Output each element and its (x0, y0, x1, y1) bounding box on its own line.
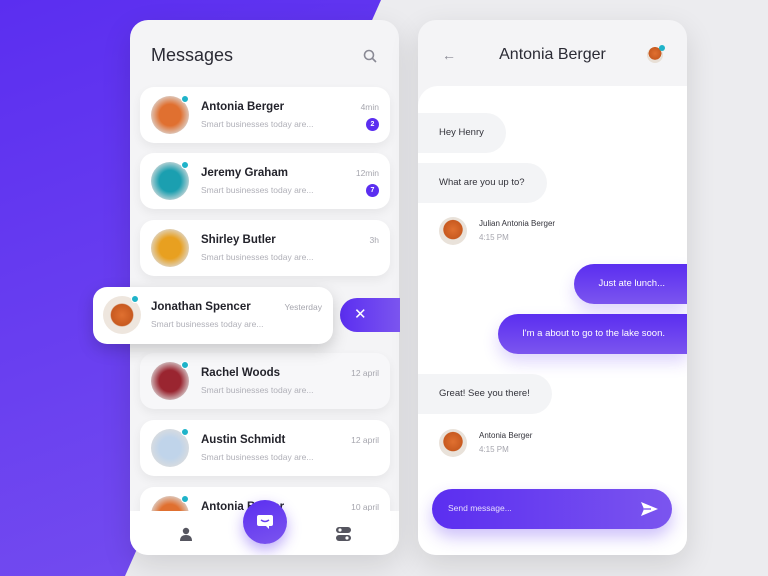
close-icon: ✕ (354, 306, 367, 323)
message-input-placeholder: Send message... (448, 503, 512, 513)
timestamp: 12min (355, 168, 379, 178)
message-preview: Smart businesses today are... (201, 185, 314, 195)
sender-name: Julian Antonia Berger (479, 219, 556, 228)
chat-screen: ← Antonia Berger Hey Henry What are you … (418, 20, 687, 555)
timestamp: 12 april (351, 435, 379, 445)
avatar (439, 217, 467, 245)
avatar (439, 429, 467, 457)
search-icon[interactable] (363, 49, 377, 63)
contact-name: Jonathan Spencer (151, 301, 251, 313)
message-time: 4:15 PM (479, 445, 509, 454)
online-indicator (181, 495, 189, 503)
contact-name: Antonia Berger (201, 101, 285, 113)
message-preview: Smart businesses today are... (151, 319, 264, 329)
conversation-item[interactable]: Rachel Woods Smart businesses today are.… (140, 353, 390, 409)
contact-name: Shirley Butler (201, 234, 276, 246)
timestamp: 4min (360, 102, 379, 112)
conversation-item[interactable]: Antonia Berger Smart businesses today ar… (140, 87, 390, 143)
outgoing-message: Just ate lunch... (574, 264, 687, 304)
unread-badge: 2 (366, 118, 379, 131)
message-icon (257, 515, 273, 529)
incoming-message: Hey Henry (418, 113, 506, 153)
contact-name: Jeremy Graham (201, 167, 288, 179)
incoming-message: What are you up to? (418, 163, 547, 203)
chat-header: ← Antonia Berger (418, 20, 687, 86)
message-preview: Smart businesses today are... (201, 385, 314, 395)
incoming-message: Great! See you there! (418, 374, 552, 414)
online-indicator (181, 161, 189, 169)
sender-name: Antonia Berger (479, 431, 533, 440)
message-preview: Smart businesses today are... (201, 119, 314, 129)
online-indicator (131, 295, 139, 303)
timestamp: Yesterday (284, 302, 323, 312)
timestamp: 3h (369, 235, 379, 245)
online-indicator (181, 428, 189, 436)
message-preview: Smart businesses today are... (201, 252, 314, 262)
conversation-item[interactable]: Austin Schmidt Smart businesses today ar… (140, 420, 390, 476)
send-icon[interactable] (641, 502, 658, 516)
unread-badge: 7 (366, 184, 379, 197)
page-title: Messages (151, 45, 234, 65)
contact-name: Austin Schmidt (201, 434, 286, 446)
avatar (151, 229, 189, 267)
conversation-item[interactable]: Shirley Butler Smart businesses today ar… (140, 220, 390, 276)
delete-button[interactable]: ✕ (340, 298, 400, 332)
settings-toggle-icon[interactable] (336, 527, 351, 541)
contact-name: Rachel Woods (201, 367, 281, 379)
message-input[interactable]: Send message... (432, 489, 672, 529)
message-preview: Smart businesses today are... (201, 452, 314, 462)
conversation-item-swiped[interactable]: Jonathan Spencer Smart businesses today … (93, 287, 333, 344)
timestamp: 12 april (351, 368, 379, 378)
online-indicator (181, 361, 189, 369)
message-time: 4:15 PM (479, 233, 509, 242)
profile-icon[interactable] (179, 527, 193, 541)
avatar[interactable] (647, 45, 665, 63)
compose-button[interactable] (243, 500, 287, 544)
outgoing-message: I'm a about to go to the lake soon. (498, 314, 687, 354)
online-indicator (181, 95, 189, 103)
conversation-item[interactable]: Jeremy Graham Smart businesses today are… (140, 153, 390, 209)
chat-body: Hey Henry What are you up to? Julian Ant… (418, 86, 687, 555)
